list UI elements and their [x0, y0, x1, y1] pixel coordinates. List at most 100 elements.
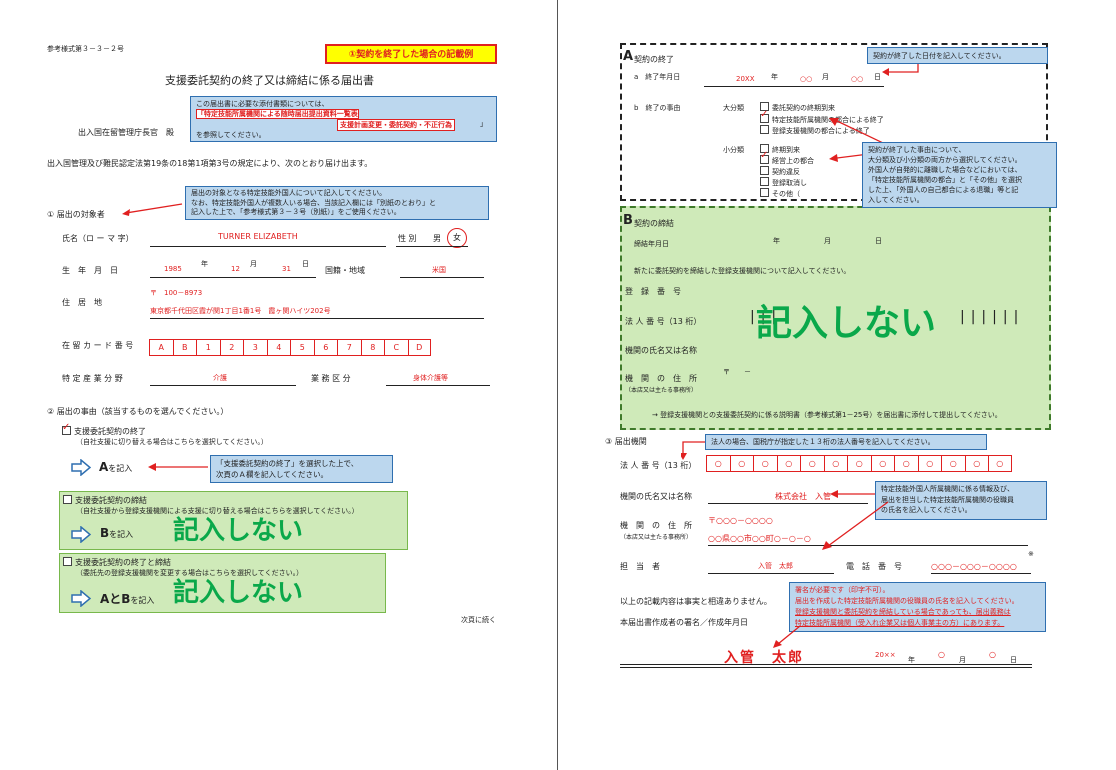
postal-code[interactable]: 〒 100－8973: [150, 288, 202, 298]
nation-value[interactable]: 米国: [432, 265, 446, 275]
org-address-label: 機 関 の 住 所: [625, 374, 697, 383]
org-name-label: 機関の氏名又は名称: [620, 492, 692, 501]
end-date-note: 契約が終了した日付を記入してください。: [867, 47, 1048, 64]
checkbox[interactable]: [760, 166, 769, 175]
corp-cell[interactable]: ○: [870, 455, 894, 472]
address-value[interactable]: 東京都千代田区霞が関1丁目1番1号 霞ヶ関ハイツ202号: [150, 306, 331, 316]
year-label: 年: [773, 237, 780, 245]
end-date-month[interactable]: ○○: [800, 75, 812, 83]
card-cell[interactable]: B: [172, 339, 196, 356]
sign-month[interactable]: ○: [938, 650, 945, 659]
opt2-checkbox[interactable]: [63, 495, 72, 504]
category-value[interactable]: 身体介護等: [413, 373, 448, 383]
category-label: 業 務 区 分: [311, 374, 351, 383]
person-value[interactable]: 入管 太郎: [758, 561, 793, 571]
org-name-label: 機関の氏名又は名称: [625, 346, 697, 355]
note-line: 記入した上で、「参考様式第３－３号（別紙）」をご使用ください。: [191, 208, 401, 216]
checkbox[interactable]: [760, 125, 769, 134]
end-date-year[interactable]: 20XX: [736, 75, 755, 83]
corp-cell[interactable]: ○: [776, 455, 800, 472]
tel-label: 電 話 番 号: [846, 562, 902, 571]
hollow-arrow-icon: [71, 459, 91, 476]
section2-heading: ② 届出の事由（該当するものを選んでください。）: [47, 407, 229, 416]
card-cell[interactable]: 7: [337, 339, 361, 356]
signature-underline: [620, 664, 1032, 665]
dob-day[interactable]: 31: [282, 265, 291, 273]
card-cell[interactable]: 8: [360, 339, 384, 356]
card-cell[interactable]: 3: [243, 339, 267, 356]
hollow-arrow-icon: [71, 526, 91, 543]
arrow-icon: [148, 463, 208, 471]
info-bracket: 」: [480, 120, 487, 128]
org-address-value[interactable]: ○○県○○市○○町○－○－○: [708, 533, 811, 544]
corp-cell[interactable]: ○: [964, 455, 988, 472]
sign-year[interactable]: 20××: [875, 651, 896, 659]
card-cell[interactable]: 1: [196, 339, 220, 356]
corp-cell[interactable]: ○: [894, 455, 918, 472]
corp-cell[interactable]: ○: [753, 455, 777, 472]
page-left: 参考様式第３－３－２号 ①契約を終了した場合の記載例 支援委託契約の終了又は締結…: [0, 0, 557, 770]
dob-month[interactable]: 12: [231, 265, 240, 273]
opt1-checkbox[interactable]: [62, 422, 71, 435]
opt3-checkbox[interactable]: [63, 557, 72, 566]
sex-female-circled[interactable]: 女: [447, 228, 467, 248]
sign-day[interactable]: ○: [989, 650, 996, 659]
checkbox[interactable]: [760, 177, 769, 186]
dob-label: 生 年 月 日: [62, 266, 118, 275]
corp-cell[interactable]: ○: [729, 455, 753, 472]
checkbox[interactable]: [760, 110, 769, 123]
org-note-box: 特定技能外国人所属機関に係る情報及び、 届出を担当した特定技能所属機関の役職員 …: [875, 481, 1047, 520]
card-cell[interactable]: 5: [290, 339, 314, 356]
sex-male[interactable]: 男: [433, 233, 441, 244]
opt2-area: 支援委託契約の締結 （自社支援から登録支援機関による支援に切り替える場合はこちら…: [59, 491, 408, 550]
field-value[interactable]: 介護: [213, 373, 227, 383]
end-date-underline: [704, 86, 884, 87]
asterisk: ※: [1028, 550, 1034, 558]
corp-cell[interactable]: ○: [706, 455, 730, 472]
tel-value[interactable]: ○○○－○○○－○○○○: [931, 561, 1017, 572]
minor-option[interactable]: 登録取消し: [760, 177, 814, 188]
card-cell[interactable]: C: [384, 339, 408, 356]
section-b-box: B 契約の締結 締結年月日 年 月 日 新たに委託契約を締結した登録支援機関につ…: [620, 206, 1051, 430]
opt1-label: 支援委託契約の終了: [74, 427, 146, 436]
opt1-checkbox-row[interactable]: 支援委託契約の終了: [62, 422, 146, 437]
card-cell[interactable]: 6: [313, 339, 337, 356]
card-cell[interactable]: 2: [219, 339, 243, 356]
corp-cell[interactable]: ○: [941, 455, 965, 472]
corp-number-cells[interactable]: ○ ○ ○ ○ ○ ○ ○ ○ ○ ○ ○ ○ ○: [706, 455, 1012, 472]
opt1-fill-text: を記入: [108, 464, 133, 473]
section-b-title: 契約の締結: [634, 219, 674, 228]
corp-cell[interactable]: ○: [988, 455, 1012, 472]
page-title: 支援委託契約の終了又は締結に係る届出書: [165, 74, 374, 87]
corp-cell[interactable]: ○: [800, 455, 824, 472]
field-label: 特 定 産 業 分 野: [62, 374, 123, 383]
end-date-day[interactable]: ○○: [851, 75, 863, 83]
name-value[interactable]: TURNER ELIZABETH: [218, 232, 298, 241]
corp-number-label: 法 人 番 号（13 桁）: [625, 317, 702, 326]
card-cell[interactable]: A: [149, 339, 173, 356]
addressee: 出入国在留管理庁長官 殿: [78, 128, 174, 137]
corp-cell[interactable]: ○: [847, 455, 871, 472]
minor-option[interactable]: 経営上の都合: [760, 151, 814, 166]
corp-cell[interactable]: ○: [823, 455, 847, 472]
arrow-icon: [122, 203, 183, 216]
signature-note-box: 署名が必要です（印字不可）。 届出を作成した特定技能所属機関の役職員の氏名を記入…: [789, 582, 1046, 632]
major-option[interactable]: 委託契約の終期到来: [760, 102, 884, 114]
dob-year[interactable]: 1985: [164, 265, 182, 273]
card-cell[interactable]: D: [407, 339, 431, 356]
card-cell[interactable]: 4: [266, 339, 290, 356]
minor-option[interactable]: 契約違反: [760, 166, 814, 177]
opt2-checkbox-row[interactable]: 支援委託契約の締結: [63, 495, 147, 506]
reg-number-label: 登 録 番 号: [625, 287, 681, 296]
checkbox[interactable]: [760, 188, 769, 197]
declaration-text: 以上の記載内容は事実と相違ありません。: [620, 597, 772, 606]
example-badge: ①契約を終了した場合の記載例: [325, 44, 497, 64]
corp-cell[interactable]: ○: [917, 455, 941, 472]
card-number-cells[interactable]: A B 1 2 3 4 5 6 7 8 C D: [149, 339, 431, 356]
minor-option[interactable]: その他（: [760, 188, 814, 199]
opt3-area: 支援委託契約の終了と締結 （委託先の登録支援機関を変更する場合はこちらを選択して…: [59, 553, 386, 613]
opt3-checkbox-row[interactable]: 支援委託契約の終了と締結: [63, 557, 171, 568]
checkbox[interactable]: [760, 151, 769, 164]
org-postal[interactable]: 〒○○○－○○○○: [708, 515, 773, 526]
name-label: 氏名（ロ ー マ 字）: [62, 234, 134, 243]
